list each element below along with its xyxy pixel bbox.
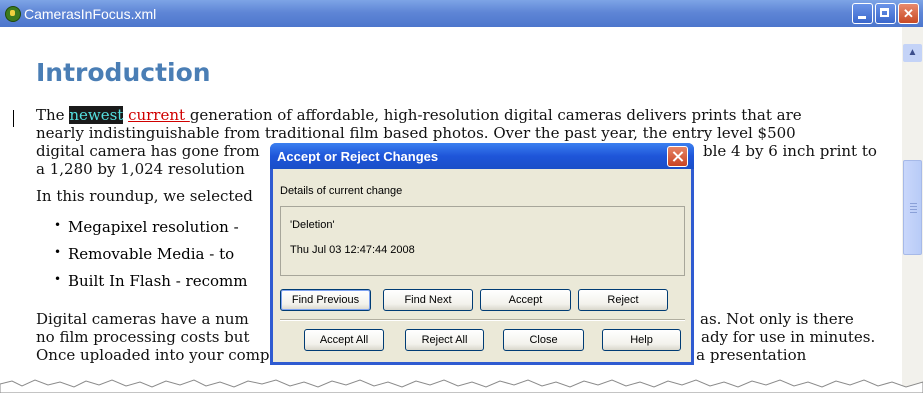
close-window-button[interactable]: ✕: [898, 3, 919, 24]
dialog-title: Accept or Reject Changes: [277, 149, 439, 164]
dialog-title-bar[interactable]: Accept or Reject Changes: [270, 143, 694, 169]
paragraph-1-line-3-left[interactable]: digital camera has gone from: [36, 142, 260, 160]
find-previous-button[interactable]: Find Previous: [280, 289, 371, 311]
paragraph-1-line-2[interactable]: nearly indistinguishable from traditiona…: [36, 124, 796, 142]
text-cursor: [13, 110, 14, 127]
accept-all-button[interactable]: Accept All: [304, 329, 384, 351]
find-next-button[interactable]: Find Next: [383, 289, 473, 311]
paragraph-3-line-1-right[interactable]: as. Not only is there: [700, 310, 854, 328]
bullet-item[interactable]: Built In Flash - recomm: [54, 272, 248, 290]
app-icon: [5, 6, 21, 22]
close-button[interactable]: Close: [503, 329, 584, 351]
paragraph-1-line-3-right[interactable]: ble 4 by 6 inch print to: [703, 142, 877, 160]
accept-reject-dialog: Accept or Reject Changes Details of curr…: [270, 143, 694, 365]
bullet-item[interactable]: Removable Media - to: [54, 245, 234, 263]
paragraph-3-line-2-right[interactable]: ady for use in minutes.: [701, 328, 875, 346]
inserted-text[interactable]: current: [128, 106, 190, 124]
bullet-item[interactable]: Megapixel resolution -: [54, 218, 239, 236]
torn-edge-decoration: [0, 379, 923, 393]
maximize-button[interactable]: [875, 3, 896, 24]
paragraph-2[interactable]: In this roundup, we selected: [36, 187, 253, 205]
scrollbar-thumb[interactable]: [903, 160, 922, 255]
paragraph-1-line-1[interactable]: The newest current generation of afforda…: [36, 106, 802, 124]
dialog-close-icon[interactable]: [667, 146, 688, 167]
window-title-bar: CamerasInFocus.xml ✕: [0, 0, 923, 27]
deleted-text[interactable]: newest: [69, 106, 124, 124]
paragraph-1-line-4[interactable]: a 1,280 by 1,024 resolution: [36, 160, 245, 178]
scroll-up-arrow-icon[interactable]: ▲: [903, 44, 922, 62]
help-button[interactable]: Help: [602, 329, 681, 351]
details-label: Details of current change: [280, 185, 403, 197]
document-heading: Introduction: [36, 58, 211, 87]
change-type: 'Deletion': [290, 219, 335, 231]
accept-button[interactable]: Accept: [480, 289, 571, 311]
change-details-box: 'Deletion' Thu Jul 03 12:47:44 2008: [280, 206, 685, 276]
reject-all-button[interactable]: Reject All: [405, 329, 484, 351]
paragraph-3-line-1-left[interactable]: Digital cameras have a num: [36, 310, 249, 328]
button-separator: [280, 319, 685, 321]
reject-button[interactable]: Reject: [578, 289, 668, 311]
window-title: CamerasInFocus.xml: [24, 6, 157, 22]
paragraph-3-line-2-left[interactable]: no film processing costs but: [36, 328, 249, 346]
change-timestamp: Thu Jul 03 12:47:44 2008: [290, 244, 415, 256]
minimize-button[interactable]: [852, 3, 873, 24]
